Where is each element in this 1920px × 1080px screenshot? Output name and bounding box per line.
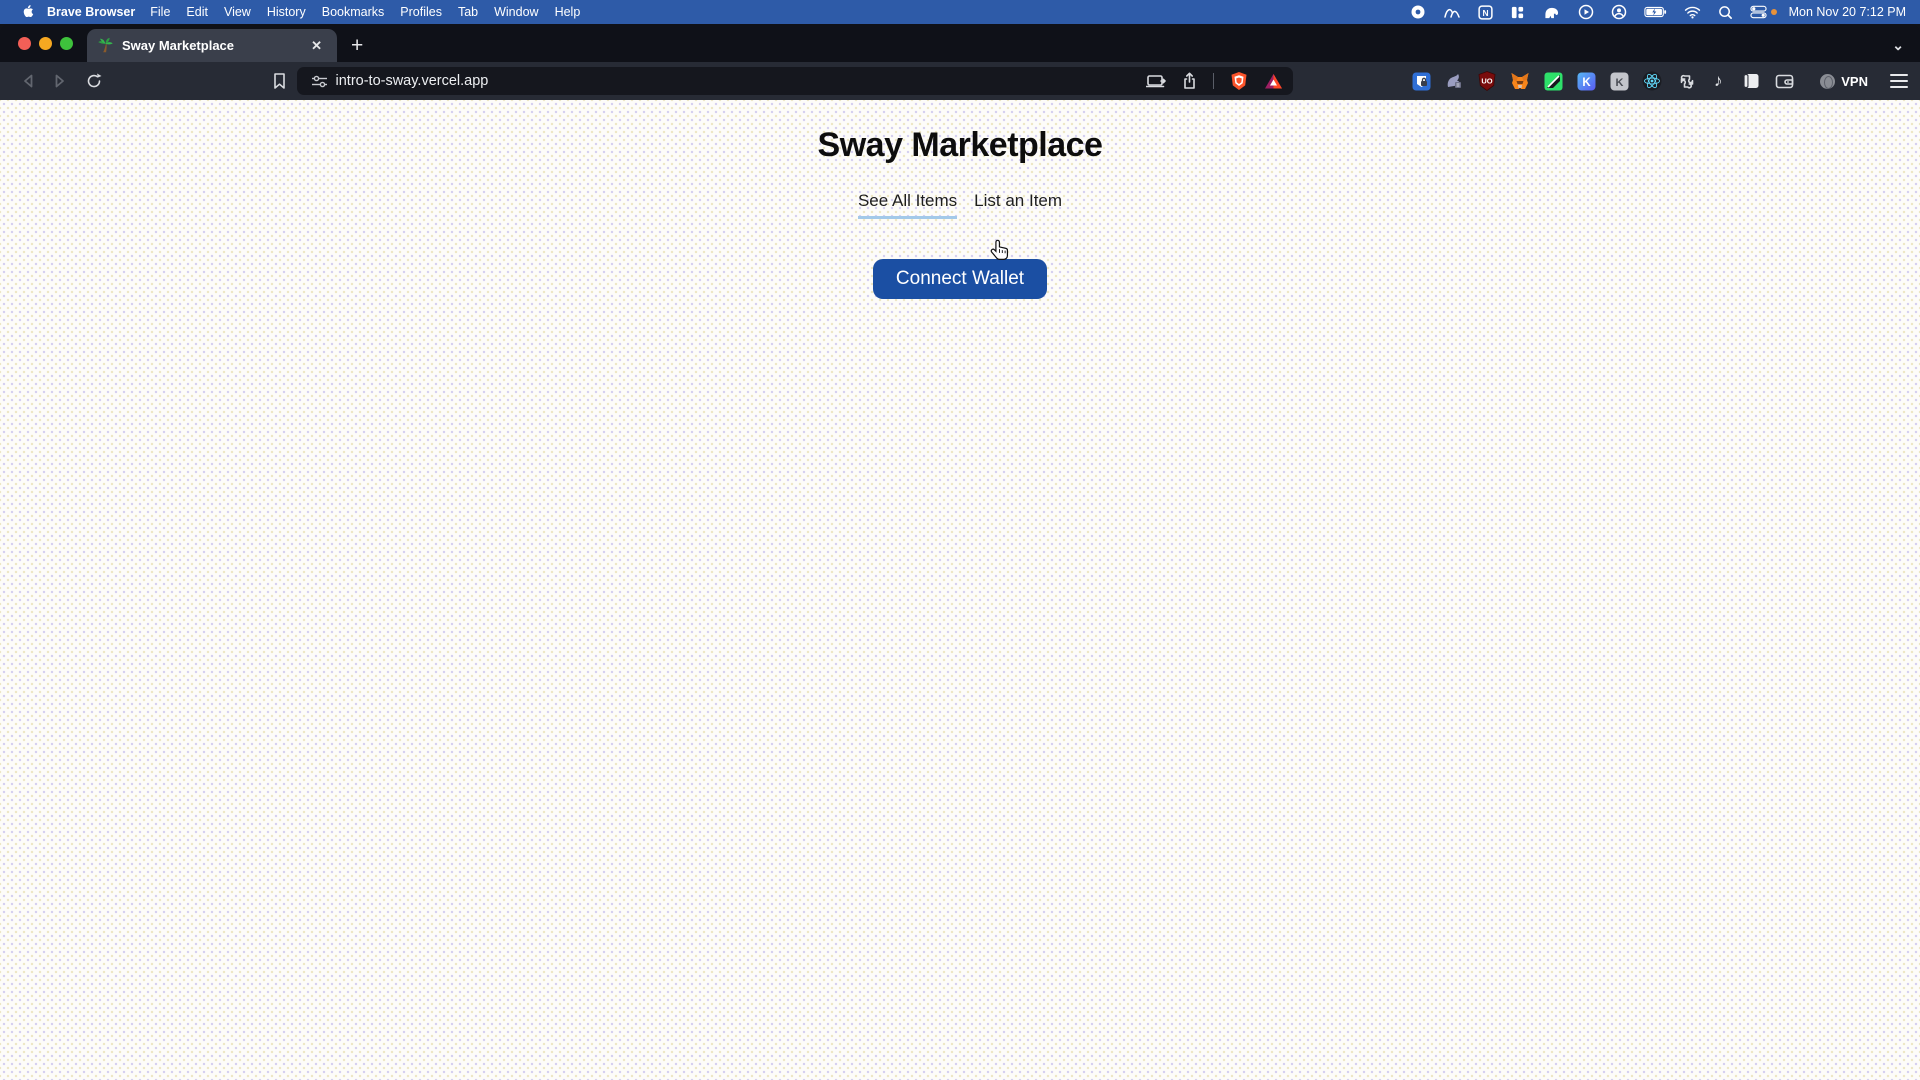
back-icon[interactable] (21, 73, 35, 89)
page-content: Sway Marketplace See All Items List an I… (0, 100, 1920, 1080)
wifi-icon[interactable] (1684, 6, 1701, 19)
notion-icon[interactable]: N (1478, 5, 1493, 20)
connect-wallet-button[interactable]: Connect Wallet (873, 259, 1047, 299)
address-bar-actions (1146, 71, 1283, 91)
close-window-button[interactable] (18, 37, 31, 50)
kagi-k-blue-icon[interactable]: K (1576, 71, 1596, 91)
palm-tree-icon (97, 37, 114, 54)
minimize-window-button[interactable] (39, 37, 52, 50)
globe-icon (1820, 74, 1835, 89)
menu-file[interactable]: File (150, 5, 170, 19)
svg-text:K: K (1615, 76, 1623, 88)
tab-title: Sway Marketplace (122, 38, 306, 53)
menu-help[interactable]: Help (555, 5, 581, 19)
green-diagonal-extension-icon[interactable] (1543, 71, 1563, 91)
address-bar-separator (1213, 73, 1214, 89)
browser-toolbar: intro-to-sway.vercel.app UO K K (0, 62, 1920, 100)
browser-tab-strip: Sway Marketplace ✕ + ⌄ (0, 24, 1920, 62)
vpn-label: VPN (1841, 74, 1868, 89)
page-nav-tabs: See All Items List an Item (0, 191, 1920, 219)
ublock-origin-icon[interactable]: UO (1477, 71, 1497, 91)
page-title: Sway Marketplace (0, 100, 1920, 165)
elephant-icon[interactable] (1542, 5, 1561, 20)
menu-edit[interactable]: Edit (186, 5, 208, 19)
play-icon[interactable] (1578, 4, 1594, 20)
battery-icon[interactable] (1644, 6, 1667, 18)
window-controls (0, 24, 87, 62)
brave-wallet-icon[interactable] (1774, 71, 1794, 91)
arc-icon[interactable] (1443, 5, 1461, 19)
menu-window[interactable]: Window (494, 5, 538, 19)
main-menu-icon[interactable] (1890, 74, 1908, 89)
gray-animal-extension-icon[interactable] (1444, 71, 1464, 91)
url-text[interactable]: intro-to-sway.vercel.app (336, 73, 1147, 89)
menu-app-name[interactable]: Brave Browser (47, 5, 135, 19)
window-tiles-icon[interactable] (1510, 5, 1525, 20)
account-icon[interactable] (1611, 4, 1627, 20)
bookmark-icon[interactable] (272, 72, 287, 90)
menu-profiles[interactable]: Profiles (400, 5, 442, 19)
spotlight-icon[interactable] (1718, 5, 1733, 20)
mouse-cursor-pointer (988, 238, 1012, 264)
address-bar[interactable]: intro-to-sway.vercel.app (297, 67, 1294, 95)
menu-bookmarks[interactable]: Bookmarks (322, 5, 385, 19)
forward-icon[interactable] (53, 73, 67, 89)
send-to-device-icon[interactable] (1146, 73, 1166, 89)
share-icon[interactable] (1182, 72, 1197, 90)
fullscreen-window-button[interactable] (60, 37, 73, 50)
menu-history[interactable]: History (267, 5, 306, 19)
svg-text:UO: UO (1482, 77, 1493, 86)
brave-shields-icon[interactable] (1230, 71, 1248, 91)
brave-rewards-icon[interactable] (1264, 73, 1283, 90)
new-tab-button[interactable]: + (337, 34, 377, 62)
password-lock-extension-icon[interactable] (1411, 71, 1431, 91)
svg-text:N: N (1482, 7, 1488, 17)
control-center-icon[interactable] (1750, 5, 1767, 19)
record-icon[interactable] (1410, 4, 1426, 20)
browser-tab-sway-marketplace[interactable]: Sway Marketplace ✕ (87, 29, 337, 62)
apple-menu-icon[interactable] (14, 4, 40, 20)
menu-bar-clock[interactable]: Mon Nov 20 7:12 PM (1789, 5, 1906, 19)
metamask-icon[interactable] (1510, 71, 1530, 91)
extensions-row: UO K K ♪ (1411, 71, 1794, 91)
site-permissions-icon[interactable] (311, 74, 328, 89)
extensions-puzzle-icon[interactable] (1675, 71, 1695, 91)
tab-list-an-item[interactable]: List an Item (974, 191, 1062, 219)
tab-close-icon[interactable]: ✕ (306, 36, 327, 56)
svg-text:K: K (1582, 76, 1591, 88)
media-note-icon[interactable]: ♪ (1708, 71, 1728, 91)
tab-search-chevron-icon[interactable]: ⌄ (1892, 37, 1904, 54)
reload-icon[interactable] (85, 72, 103, 90)
sidebar-toggle-icon[interactable] (1741, 71, 1761, 91)
react-devtools-icon[interactable] (1642, 71, 1662, 91)
notification-dot (1771, 9, 1777, 15)
macos-menu-bar: Brave Browser File Edit View History Boo… (0, 0, 1920, 24)
brave-vpn-button[interactable]: VPN (1820, 74, 1868, 89)
menu-tab[interactable]: Tab (458, 5, 478, 19)
k-gray-extension-icon[interactable]: K (1609, 71, 1629, 91)
menu-view[interactable]: View (224, 5, 251, 19)
menu-bar-status-icons: N (1410, 4, 1767, 20)
tab-see-all-items[interactable]: See All Items (858, 191, 957, 219)
